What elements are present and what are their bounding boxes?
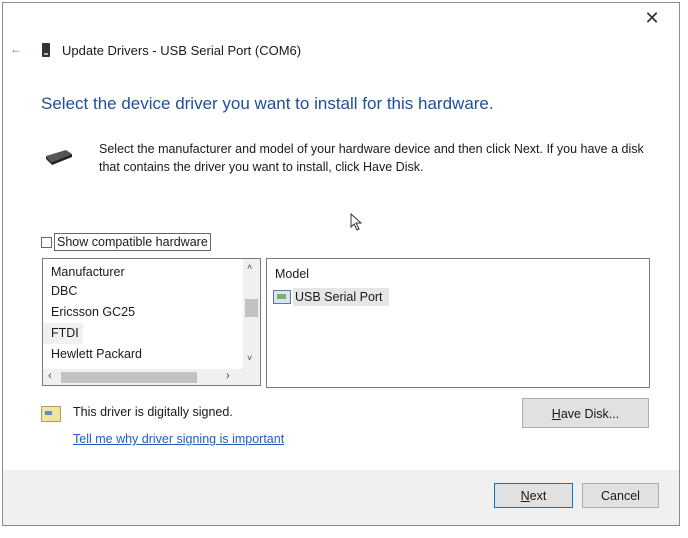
signed-status-text: This driver is digitally signed. — [73, 405, 233, 419]
show-compatible-checkbox[interactable]: Show compatible hardware — [41, 233, 211, 251]
list-item-manufacturer[interactable]: DBC — [43, 281, 239, 302]
next-button[interactable]: Next — [494, 483, 573, 508]
scroll-thumb[interactable] — [61, 372, 197, 383]
list-item-manufacturer-selected[interactable]: FTDI — [43, 323, 83, 344]
model-item-label[interactable]: USB Serial Port — [293, 288, 389, 306]
show-compatible-label[interactable]: Show compatible hardware — [54, 233, 211, 251]
hardware-device-icon — [46, 150, 72, 165]
list-item-manufacturer[interactable]: Ericsson GC25 — [43, 302, 239, 323]
manufacturer-listbox[interactable]: Manufacturer DBC Ericsson GC25 FTDI Hewl… — [42, 258, 261, 386]
close-icon[interactable]: ✕ — [640, 6, 664, 30]
signed-driver-icon — [41, 406, 61, 422]
dialog-footer — [3, 470, 679, 525]
instructions-text: Select the manufacturer and model of you… — [99, 142, 644, 174]
back-arrow-icon[interactable]: ← — [10, 42, 22, 56]
scroll-thumb[interactable] — [245, 299, 258, 317]
have-disk-label: ave Disk... — [560, 407, 620, 421]
have-disk-accesskey: H — [551, 407, 561, 421]
driver-signing-link[interactable]: Tell me why driver signing is important — [73, 432, 284, 446]
window-title: Update Drivers - USB Serial Port (COM6) — [62, 43, 302, 58]
list-item-manufacturer[interactable]: Hewlett Packard — [43, 344, 239, 365]
scroll-up-icon[interactable]: ˄ — [247, 262, 252, 272]
page-heading: Select the device driver you want to ins… — [41, 94, 494, 113]
have-disk-button[interactable]: Have Disk... — [522, 398, 649, 428]
checkbox-box[interactable] — [41, 236, 52, 248]
driver-icon — [273, 290, 291, 304]
model-listbox[interactable]: Model USB Serial Port — [266, 258, 650, 388]
usb-device-icon — [42, 43, 50, 57]
scroll-right-icon[interactable]: › — [226, 370, 230, 382]
manufacturer-header: Manufacturer — [51, 265, 125, 279]
cancel-button[interactable]: Cancel — [582, 483, 659, 508]
next-label: ext — [529, 489, 547, 503]
scroll-left-icon[interactable]: ‹ — [48, 370, 52, 382]
vertical-scrollbar[interactable]: ˄ ˅ — [243, 259, 260, 369]
horizontal-scrollbar[interactable]: ‹ › — [43, 369, 260, 385]
model-header: Model — [275, 267, 310, 281]
scroll-down-icon[interactable]: ˅ — [247, 353, 252, 363]
mouse-pointer-icon — [350, 213, 362, 231]
list-item-model-selected[interactable]: USB Serial Port — [273, 288, 389, 306]
next-accesskey: N — [520, 489, 530, 503]
